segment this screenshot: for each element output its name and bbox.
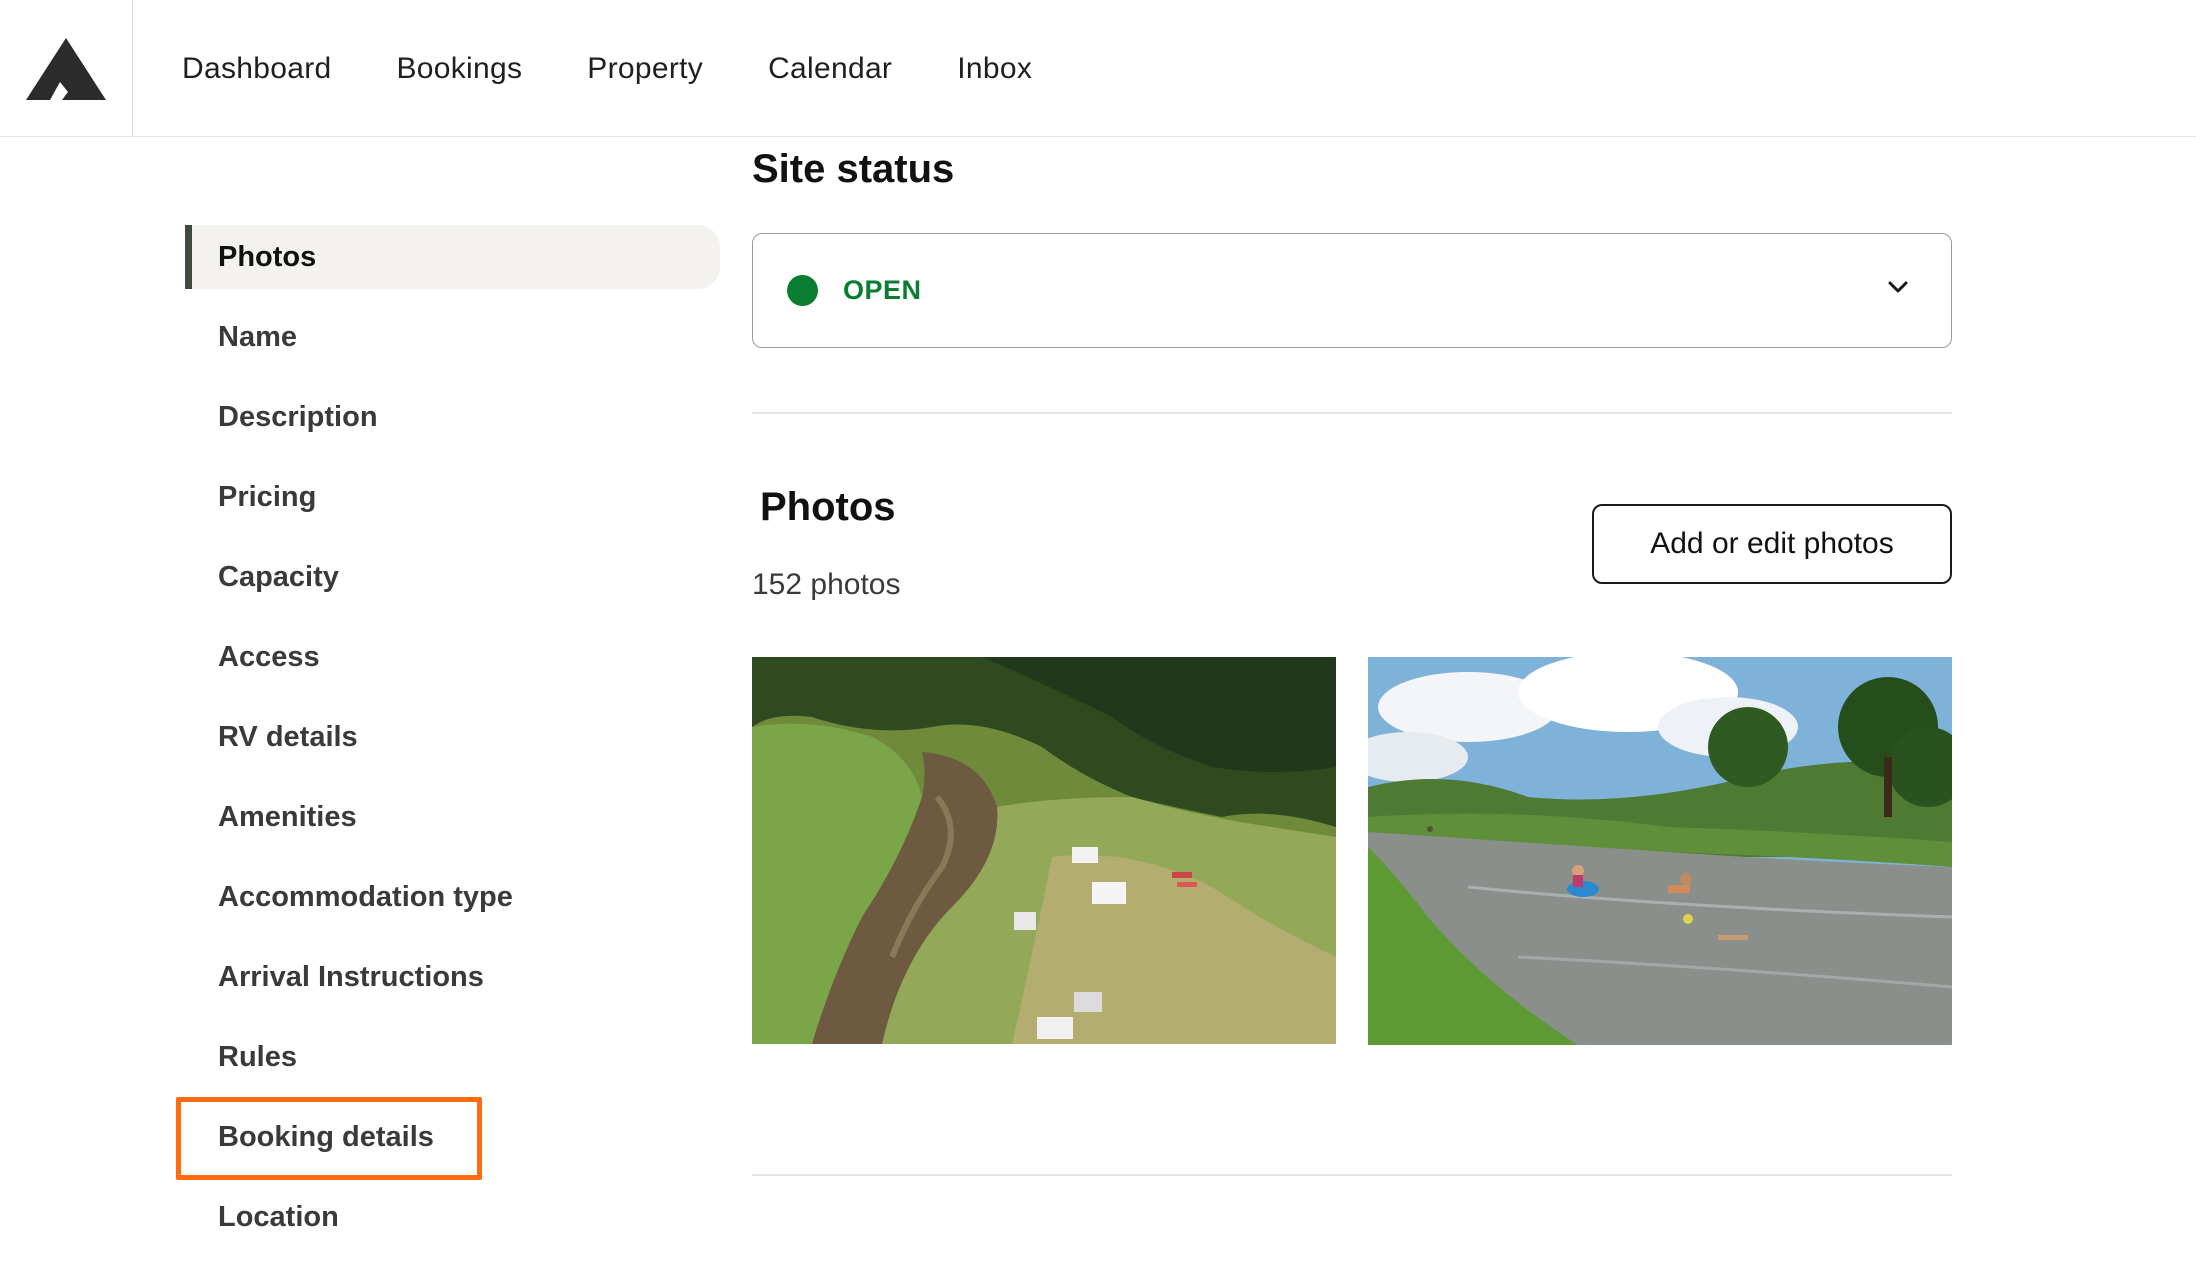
nav-inbox[interactable]: Inbox — [957, 52, 1032, 86]
nav-dashboard[interactable]: Dashboard — [182, 52, 331, 86]
site-status-select[interactable]: OPEN — [752, 233, 1952, 348]
sidebar-item-rv-details[interactable]: RV details — [185, 705, 720, 769]
top-navigation: Dashboard Bookings Property Calendar Inb… — [0, 0, 2196, 137]
sidebar-item-pricing[interactable]: Pricing — [185, 465, 720, 529]
nav-bookings[interactable]: Bookings — [396, 52, 522, 86]
chevron-down-icon — [1888, 281, 1908, 293]
river-kayak-swimmers-photo[interactable] — [1368, 657, 1952, 1045]
aerial-river-campsite-photo[interactable] — [752, 657, 1336, 1044]
section-divider — [752, 412, 1952, 414]
sidebar-item-capacity[interactable]: Capacity — [185, 545, 720, 609]
sidebar-item-accommodation-type[interactable]: Accommodation type — [185, 865, 720, 929]
status-dot-icon — [787, 275, 818, 306]
sidebar-item-name[interactable]: Name — [185, 305, 720, 369]
sidebar-item-booking-details[interactable]: Booking details — [185, 1105, 720, 1169]
sidebar-item-rules[interactable]: Rules — [185, 1025, 720, 1089]
add-or-edit-photos-button[interactable]: Add or edit photos — [1592, 504, 1952, 584]
sidebar-item-amenities[interactable]: Amenities — [185, 785, 720, 849]
sidebar-item-location[interactable]: Location — [185, 1185, 720, 1249]
site-status-heading: Site status — [752, 147, 955, 191]
nav-property[interactable]: Property — [587, 52, 703, 86]
photo-count: 152 photos — [752, 568, 901, 601]
sidebar-item-description[interactable]: Description — [185, 385, 720, 449]
section-divider-bottom — [752, 1174, 1952, 1176]
mountain-logo-icon — [26, 38, 106, 100]
sidebar-item-arrival-instructions[interactable]: Arrival Instructions — [185, 945, 720, 1009]
photos-heading: Photos — [760, 485, 896, 529]
sidebar-item-photos[interactable]: Photos — [185, 225, 720, 289]
site-status-value: OPEN — [843, 275, 922, 305]
settings-sidebar: Photos Name Description Pricing Capacity… — [185, 225, 720, 1265]
logo-link[interactable] — [0, 0, 133, 137]
sidebar-item-access[interactable]: Access — [185, 625, 720, 689]
nav-calendar[interactable]: Calendar — [768, 52, 892, 86]
